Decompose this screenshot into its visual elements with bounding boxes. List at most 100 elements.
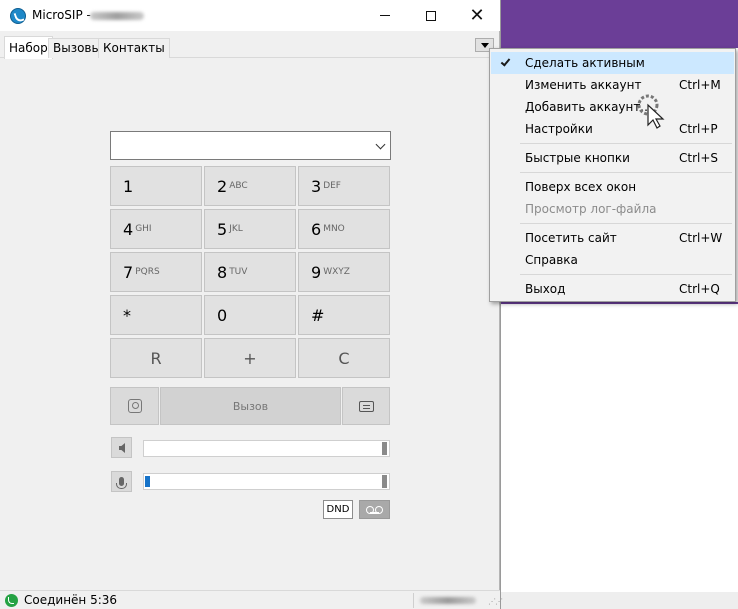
chat-icon — [358, 400, 374, 412]
menu-item-settings[interactable]: Настройки Ctrl+P — [491, 118, 734, 140]
key-letters: TUV — [229, 267, 248, 277]
dial-number-combobox[interactable] — [110, 131, 391, 160]
status-text: Соединён 5:36 — [24, 593, 118, 607]
background-bottom-strip — [501, 592, 738, 609]
key-letters: DEF — [323, 181, 341, 191]
microphone-volume-slider[interactable] — [143, 473, 390, 490]
microphone-mute-button[interactable] — [111, 471, 132, 492]
menu-item-edit-account[interactable]: Изменить аккаунт Ctrl+M — [491, 74, 734, 96]
key-letters: WXYZ — [323, 267, 350, 277]
menu-item-label: Просмотр лог-файла — [525, 202, 657, 216]
key-star[interactable]: * — [110, 295, 202, 335]
key-digit: 4 — [123, 219, 134, 239]
menu-item-label: Сделать активным — [525, 56, 645, 70]
menu-item-shortcut: Ctrl+M — [679, 78, 721, 92]
speaker-volume-slider[interactable] — [143, 440, 390, 457]
clear-button[interactable]: C — [298, 338, 390, 378]
microphone-icon — [116, 477, 127, 489]
tab-dial[interactable]: Набор — [4, 36, 53, 59]
menu-item-shortcut: Ctrl+S — [679, 151, 719, 165]
key-7[interactable]: 7 PQRS — [110, 252, 202, 292]
minimize-button[interactable] — [362, 0, 408, 31]
menu-item-visit-site[interactable]: Посетить сайт Ctrl+W — [491, 227, 734, 249]
key-4[interactable]: 4 GHI — [110, 209, 202, 249]
resize-grip-icon[interactable]: ⋰⋰ — [488, 597, 503, 606]
menu-separator — [520, 274, 732, 275]
key-digit: # — [311, 305, 325, 325]
key-digit: 0 — [217, 305, 228, 325]
key-digit: 1 — [123, 176, 134, 196]
key-6[interactable]: 6 MNO — [298, 209, 390, 249]
menu-separator — [520, 143, 732, 144]
key-digit: * — [123, 305, 131, 325]
menu-item-label: Быстрые кнопки — [525, 151, 630, 165]
menu-item-add-account[interactable]: Добавить аккаунт... — [491, 96, 734, 118]
key-digit: 3 — [311, 176, 322, 196]
key-1[interactable]: 1 — [110, 166, 202, 206]
redacted-account — [420, 597, 476, 604]
key-letters: PQRS — [135, 267, 160, 277]
menu-item-shortcuts[interactable]: Быстрые кнопки Ctrl+S — [491, 147, 734, 169]
call-button[interactable]: Вызов — [160, 387, 341, 425]
tab-contacts[interactable]: Контакты — [98, 38, 170, 58]
microsip-window: MicroSIP - ✕ Набор Вызовы Контакты 1 2 A… — [0, 0, 503, 609]
webcam-icon — [127, 399, 142, 413]
speaker-volume-thumb[interactable] — [382, 442, 387, 455]
menu-item-label: Настройки — [525, 122, 593, 136]
redacted-account-name — [90, 12, 144, 20]
key-digit: 7 — [123, 262, 134, 282]
speaker-mute-button[interactable] — [111, 437, 132, 458]
minimize-icon — [380, 15, 390, 16]
redial-button[interactable]: R — [110, 338, 202, 378]
menu-item-label: Справка — [525, 253, 578, 267]
dial-keypad: 1 2 ABC 3 DEF 4 GHI 5 JKL 6 MNO 7 PQRS 8 — [110, 166, 390, 378]
dial-number-input[interactable] — [111, 132, 361, 159]
menu-item-label: Выход — [525, 282, 566, 296]
speaker-icon — [118, 442, 125, 453]
voicemail-button[interactable] — [359, 500, 390, 519]
microsip-logo-icon — [10, 8, 26, 24]
menu-item-shortcut: Ctrl+W — [679, 231, 723, 245]
close-button[interactable]: ✕ — [454, 0, 500, 31]
key-0[interactable]: 0 — [204, 295, 296, 335]
video-call-button[interactable] — [110, 387, 159, 425]
key-letters: GHI — [135, 224, 152, 234]
background-divider — [501, 302, 738, 304]
key-letters: ABC — [229, 181, 248, 191]
menu-item-help[interactable]: Справка — [491, 249, 734, 271]
message-button[interactable] — [342, 387, 390, 425]
tab-bar: Набор Вызовы Контакты — [0, 36, 500, 59]
key-digit: 8 — [217, 262, 228, 282]
menu-item-always-on-top[interactable]: Поверх всех окон — [491, 176, 734, 198]
microphone-volume-fill — [145, 476, 150, 487]
key-3[interactable]: 3 DEF — [298, 166, 390, 206]
background-header-bar — [501, 0, 738, 48]
key-digit: 9 — [311, 262, 322, 282]
menu-item-label: Посетить сайт — [525, 231, 617, 245]
menu-item-make-active[interactable]: Сделать активным — [491, 52, 734, 74]
key-letters: JKL — [229, 224, 243, 234]
window-title: MicroSIP - — [32, 8, 91, 22]
key-2[interactable]: 2 ABC — [204, 166, 296, 206]
title-bar[interactable]: MicroSIP - ✕ — [0, 0, 500, 31]
key-hash[interactable]: # — [298, 295, 390, 335]
clear-label: C — [338, 348, 350, 368]
maximize-button[interactable] — [408, 0, 454, 31]
key-digit: 2 — [217, 176, 228, 196]
microphone-volume-thumb[interactable] — [382, 475, 387, 488]
main-context-menu: Сделать активным Изменить аккаунт Ctrl+M… — [489, 48, 736, 302]
key-8[interactable]: 8 TUV — [204, 252, 296, 292]
busy-cursor-icon — [637, 94, 665, 129]
key-9[interactable]: 9 WXYZ — [298, 252, 390, 292]
key-5[interactable]: 5 JKL — [204, 209, 296, 249]
menu-item-label: Добавить аккаунт... — [525, 100, 652, 114]
dnd-button[interactable]: DND — [323, 500, 353, 519]
plus-button[interactable]: + — [204, 338, 296, 378]
chevron-down-icon[interactable] — [375, 139, 386, 150]
menu-separator — [520, 223, 732, 224]
menu-item-shortcut: Ctrl+P — [679, 122, 718, 136]
menu-item-exit[interactable]: Выход Ctrl+Q — [491, 278, 734, 300]
connected-status-icon — [5, 594, 18, 607]
key-letters: MNO — [323, 224, 345, 234]
menu-item-view-log: Просмотр лог-файла — [491, 198, 734, 220]
